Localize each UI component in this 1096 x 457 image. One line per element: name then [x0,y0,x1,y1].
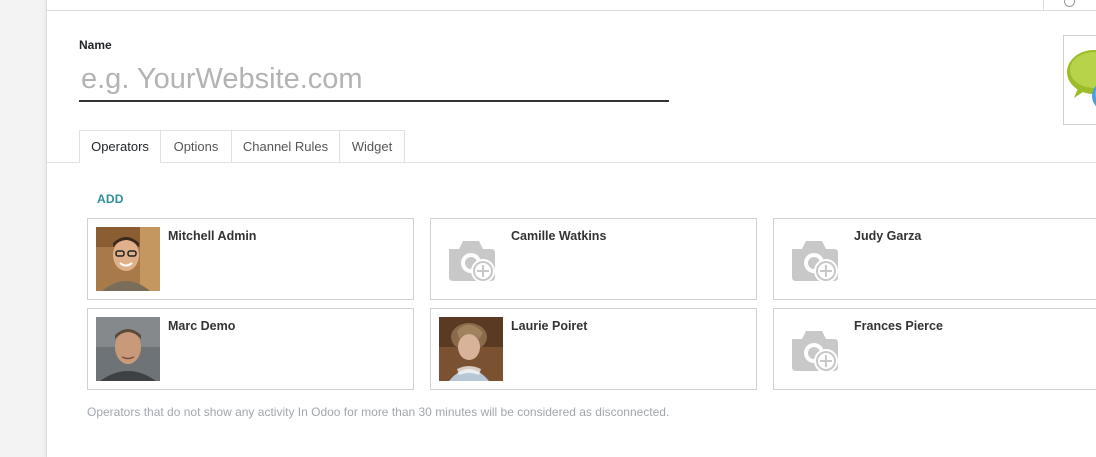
tab-channel-rules[interactable]: Channel Rules [231,130,340,162]
operator-name: Frances Pierce [854,319,943,333]
camera-placeholder-icon [792,241,838,283]
person-photo-icon [96,317,160,381]
person-photo-icon [439,317,503,381]
name-label: Name [79,38,112,52]
add-operator-button[interactable]: ADD [97,192,124,206]
operator-name: Judy Garza [854,229,922,243]
top-toolbar-edge [47,0,1096,11]
tab-options[interactable]: Options [160,130,232,162]
operator-name: Laurie Poiret [511,319,588,333]
operator-card[interactable]: Laurie Poiret [430,308,757,390]
tab-operators[interactable]: Operators [79,130,161,163]
operators-help-text: Operators that do not show any activity … [87,405,670,419]
operator-photo [439,317,503,381]
operator-name: Mitchell Admin [168,229,257,243]
channel-image[interactable] [1063,35,1096,125]
operator-card[interactable]: Marc Demo [87,308,414,390]
operator-name: Marc Demo [168,319,236,333]
operator-card[interactable]: Frances Pierce [773,308,1096,390]
operator-name: Camille Watkins [511,229,607,243]
camera-placeholder-icon [792,331,838,373]
camera-placeholder-icon [449,241,495,283]
form-sheet: Name Operators Options Channel Rules Wid… [46,0,1096,457]
operator-card[interactable]: Camille Watkins [430,218,757,300]
person-photo-icon [96,227,160,291]
name-input[interactable] [79,58,669,102]
operator-photo [96,317,160,381]
operator-photo [96,227,160,291]
status-icon[interactable] [1064,0,1075,7]
operator-card[interactable]: Judy Garza [773,218,1096,300]
tab-widget[interactable]: Widget [339,130,405,162]
toolbar-corner [1043,0,1096,10]
operator-card[interactable]: Mitchell Admin [87,218,414,300]
notebook-tabs: Operators Options Channel Rules Widget [47,130,1096,163]
chat-bubbles-icon [1067,50,1096,107]
